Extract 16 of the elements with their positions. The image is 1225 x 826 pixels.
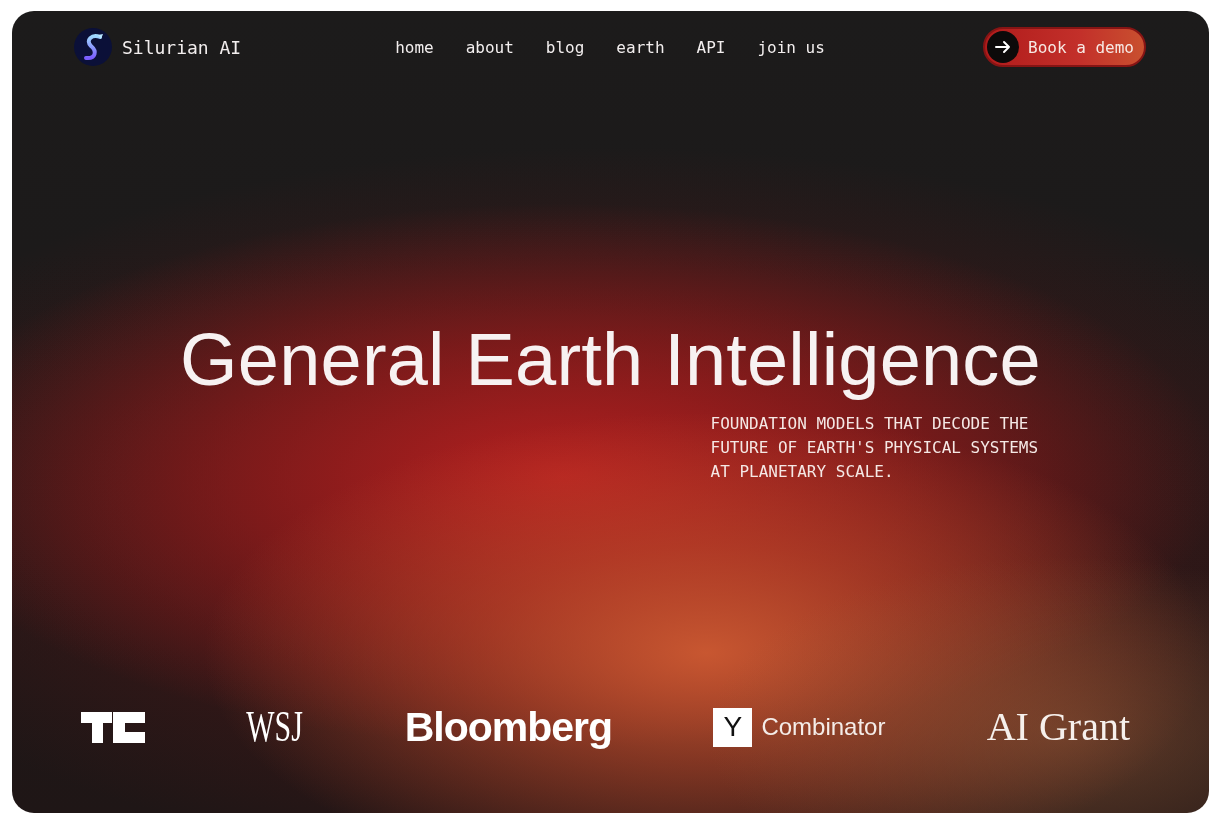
press-logo: WSJ: [246, 705, 304, 749]
nav-link[interactable]: home: [395, 37, 434, 57]
hero-subtitle: FOUNDATION MODELS THAT DECODE THE FUTURE OF EARTH'S PHYSICAL SYSTEMS AT PLANETARY SCALE.: [710, 413, 1040, 483]
nav-link[interactable]: earth: [616, 37, 665, 57]
press-logo: Bloomberg: [404, 706, 613, 748]
block-logo-icon: [81, 711, 145, 743]
book-demo-button[interactable]: Book a demo: [983, 27, 1146, 67]
nav-link[interactable]: about: [465, 37, 514, 57]
press-logo: Combinator: [761, 713, 886, 741]
letter-tile: Y: [713, 707, 753, 747]
nav-link[interactable]: join us: [757, 37, 825, 57]
nav-link[interactable]: API: [696, 37, 726, 57]
brand-name: Silurian AI: [122, 36, 242, 58]
press-logo: AI Grant: [986, 707, 1130, 747]
nav-link[interactable]: blog: [545, 37, 585, 57]
serpent-logo-icon[interactable]: [74, 28, 112, 66]
